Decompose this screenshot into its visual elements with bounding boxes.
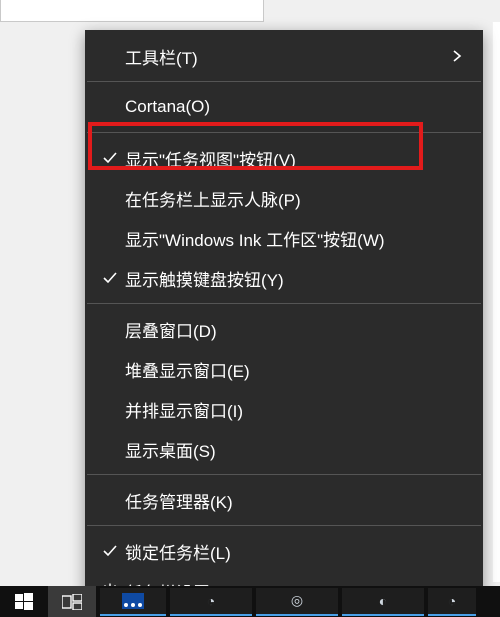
app-icon: ◎ bbox=[291, 592, 303, 609]
menu-item[interactable]: 锁定任务栏(L) bbox=[85, 531, 483, 571]
menu-item-label: 任务管理器(K) bbox=[125, 488, 447, 513]
background-window-edge bbox=[492, 22, 500, 582]
menu-separator bbox=[87, 474, 481, 475]
taskbar-app-tile[interactable]: ◔ bbox=[428, 588, 476, 616]
menu-separator bbox=[87, 303, 481, 304]
menu-item-label: 显示桌面(S) bbox=[125, 437, 447, 462]
chevron-right-icon bbox=[447, 49, 467, 63]
menu-separator bbox=[87, 525, 481, 526]
menu-item-label: 显示"Windows Ink 工作区"按钮(W) bbox=[125, 226, 447, 251]
taskbar-context-menu: 工具栏(T) Cortana(O) 显示"任务视图"按钮(V) 在任务栏上显示人脉(P… bbox=[85, 30, 483, 615]
menu-item-label: 堆叠显示窗口(E) bbox=[125, 357, 447, 382]
menu-item[interactable]: 在任务栏上显示人脉(P) bbox=[85, 178, 483, 218]
taskbar-app-area: ◔ ◎ ◐ ◔ bbox=[96, 586, 500, 617]
taskbar-app-tile[interactable]: ◔ bbox=[170, 588, 252, 616]
task-view-icon bbox=[62, 594, 82, 610]
menu-item[interactable]: 显示"Windows Ink 工作区"按钮(W) bbox=[85, 218, 483, 258]
check-icon bbox=[95, 150, 125, 166]
windows-logo-icon bbox=[15, 593, 33, 611]
menu-item[interactable]: 层叠窗口(D) bbox=[85, 309, 483, 349]
menu-item-label: 显示触摸键盘按钮(Y) bbox=[125, 266, 447, 291]
taskbar-app-tile[interactable]: ◐ bbox=[342, 588, 424, 616]
menu-item-label: 在任务栏上显示人脉(P) bbox=[125, 186, 447, 211]
taskbar-app-tile[interactable] bbox=[100, 588, 166, 616]
menu-separator bbox=[87, 132, 481, 133]
menu-item-label: 锁定任务栏(L) bbox=[125, 539, 447, 564]
menu-separator bbox=[87, 81, 481, 82]
app-icon: ◐ bbox=[379, 593, 387, 609]
taskbar-app-tile[interactable]: ◎ bbox=[256, 588, 338, 616]
menu-item[interactable]: 显示触摸键盘按钮(Y) bbox=[85, 258, 483, 298]
menu-item-label: 显示"任务视图"按钮(V) bbox=[125, 146, 447, 171]
menu-item-label: 并排显示窗口(I) bbox=[125, 397, 447, 422]
menu-item[interactable]: 堆叠显示窗口(E) bbox=[85, 349, 483, 389]
menu-item[interactable]: 并排显示窗口(I) bbox=[85, 389, 483, 429]
app-icon: ◔ bbox=[207, 593, 215, 609]
task-view-button[interactable] bbox=[48, 586, 96, 617]
background-window-fragment bbox=[0, 0, 264, 22]
app-icon: ◔ bbox=[448, 593, 456, 609]
menu-item[interactable]: 工具栏(T) bbox=[85, 36, 483, 76]
check-icon bbox=[95, 543, 125, 559]
menu-item[interactable]: Cortana(O) bbox=[85, 87, 483, 127]
menu-item-label: Cortana(O) bbox=[125, 97, 447, 117]
menu-item[interactable]: 任务管理器(K) bbox=[85, 480, 483, 520]
menu-item[interactable]: 显示"任务视图"按钮(V) bbox=[85, 138, 483, 178]
taskbar[interactable]: ◔ ◎ ◐ ◔ bbox=[0, 586, 500, 617]
menu-item[interactable]: 显示桌面(S) bbox=[85, 429, 483, 469]
menu-item-label: 工具栏(T) bbox=[125, 44, 447, 69]
start-button[interactable] bbox=[0, 586, 48, 617]
check-icon bbox=[95, 270, 125, 286]
menu-item-label: 层叠窗口(D) bbox=[125, 317, 447, 342]
app-icon bbox=[122, 593, 144, 609]
